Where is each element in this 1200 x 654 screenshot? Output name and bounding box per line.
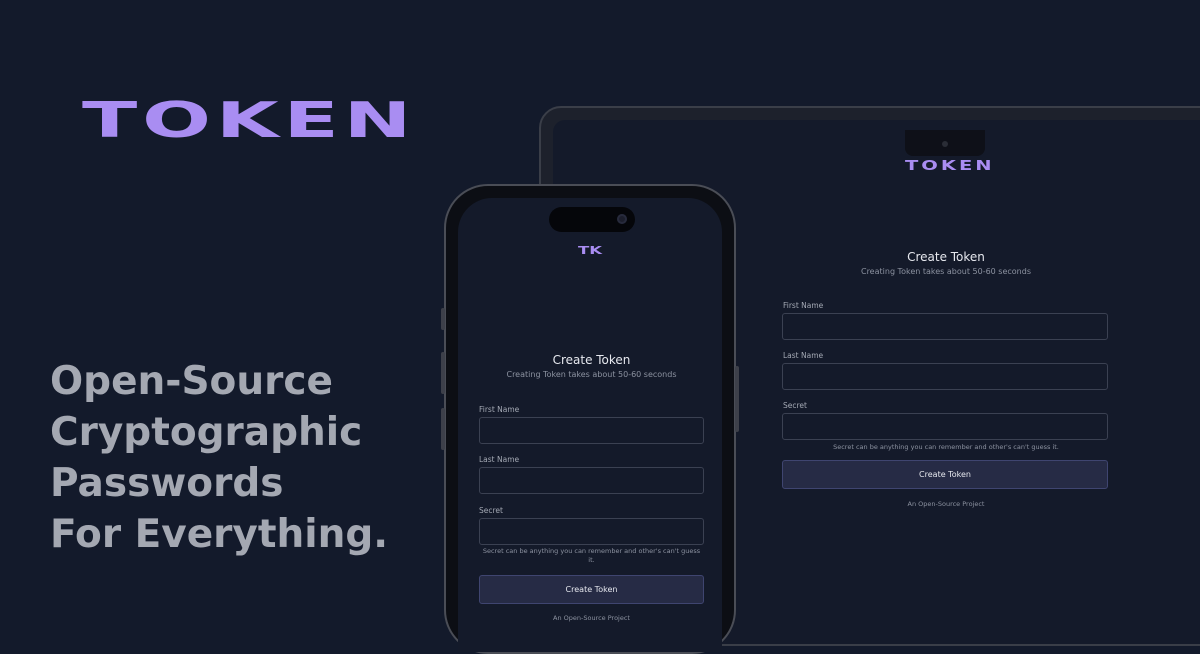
secret-input[interactable]	[479, 518, 704, 545]
create-token-button[interactable]: Create Token	[479, 575, 704, 604]
secret-label: Secret	[479, 506, 503, 515]
headline-line: Open-Source	[50, 359, 333, 404]
phone-power-button	[735, 366, 739, 432]
form-title: Create Token	[552, 353, 631, 367]
front-camera-icon	[617, 214, 627, 224]
headline-line: Passwords	[50, 461, 284, 506]
brand-wordmark: TOKEN	[82, 92, 417, 149]
form-subtitle: Creating Token takes about 50-60 seconds	[506, 370, 677, 379]
first-name-input[interactable]	[782, 313, 1108, 340]
phone-side-button	[441, 308, 445, 330]
create-token-button[interactable]: Create Token	[782, 460, 1108, 489]
phone-mockup: TK Create Token Creating Token takes abo…	[441, 184, 739, 654]
form-subtitle: Creating Token takes about 50-60 seconds	[860, 267, 1031, 276]
first-name-input[interactable]	[479, 417, 704, 444]
laptop-logo: TOKEN	[905, 159, 995, 174]
laptop-notch	[905, 130, 985, 156]
last-name-input[interactable]	[782, 363, 1108, 390]
last-name-label: Last Name	[783, 351, 824, 360]
first-name-label: First Name	[479, 405, 520, 414]
last-name-input[interactable]	[479, 467, 704, 494]
phone-logo: TK	[578, 244, 603, 257]
phone-volume-down-button	[441, 408, 445, 450]
webcam-icon	[942, 141, 948, 147]
dynamic-island	[549, 207, 635, 232]
phone-volume-up-button	[441, 352, 445, 394]
secret-label: Secret	[783, 401, 807, 410]
headline-line: Cryptographic	[50, 410, 363, 455]
secret-hint: Secret can be anything you can remember …	[482, 547, 701, 564]
form-title: Create Token	[907, 250, 985, 264]
secret-input[interactable]	[782, 413, 1108, 440]
last-name-label: Last Name	[479, 455, 520, 464]
headline-line: For Everything.	[50, 512, 389, 557]
secret-hint: Secret can be anything you can remember …	[833, 443, 1059, 451]
footer-link[interactable]: An Open-Source Project	[783, 500, 1109, 508]
headline: Open-Source Cryptographic Passwords For …	[50, 356, 388, 560]
footer-link[interactable]: An Open-Source Project	[479, 614, 704, 622]
phone-screen: TK Create Token Creating Token takes abo…	[458, 198, 722, 652]
first-name-label: First Name	[783, 301, 824, 310]
